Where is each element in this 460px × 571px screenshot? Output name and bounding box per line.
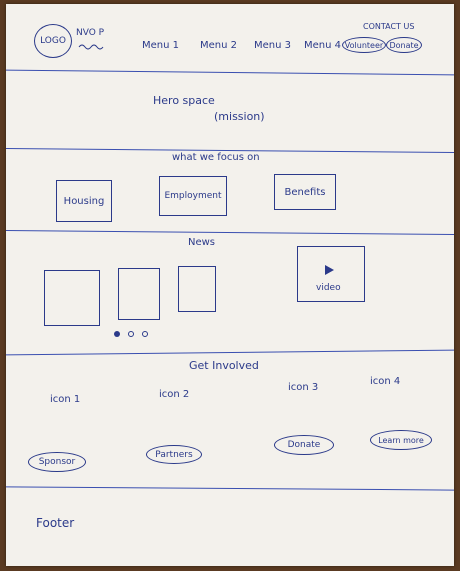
news-title: News [188, 237, 216, 248]
involved-title: Get Involved [189, 359, 259, 372]
news-card-3[interactable] [178, 266, 216, 312]
play-icon [325, 265, 334, 275]
logo-text: LOGO [40, 36, 66, 46]
partners-label: Partners [155, 449, 193, 460]
divider-involved [6, 486, 454, 491]
volunteer-button[interactable]: Volunteer [342, 37, 386, 53]
divider-focus [6, 230, 454, 235]
news-card-2[interactable] [118, 268, 160, 320]
involved-icon-4: icon 4 [370, 376, 401, 387]
video-label: video [316, 283, 341, 293]
involved-icon-1: icon 1 [50, 394, 81, 405]
divider-header [6, 69, 454, 76]
sponsor-button[interactable]: Sponsor [28, 452, 86, 472]
donate-header-label: Donate [389, 40, 419, 50]
contact-us-link[interactable]: CONTACT US [363, 22, 414, 31]
learn-more-label: Learn more [378, 435, 424, 445]
news-video-box[interactable]: video [297, 246, 365, 302]
donate-button[interactable]: Donate [274, 435, 334, 455]
partners-button[interactable]: Partners [146, 445, 202, 464]
focus-label-housing: Housing [63, 195, 105, 207]
volunteer-label: Volunteer [344, 40, 384, 50]
paper-sheet: LOGO NVO P CONTACT US Menu 1 Menu 2 Menu… [6, 4, 454, 566]
carousel-dot-active[interactable] [114, 331, 120, 337]
menu-item-1[interactable]: Menu 1 [142, 40, 179, 51]
menu-item-2[interactable]: Menu 2 [200, 40, 237, 51]
logo-circle[interactable]: LOGO [34, 24, 72, 58]
focus-card-benefits[interactable]: Benefits [274, 174, 336, 210]
carousel-dot[interactable] [128, 331, 134, 337]
sponsor-label: Sponsor [38, 457, 76, 467]
focus-title: what we focus on [172, 152, 260, 163]
menu-item-4[interactable]: Menu 4 [304, 40, 341, 51]
org-name: NVO P [76, 28, 105, 38]
news-card-1[interactable] [44, 270, 100, 326]
focus-card-employment[interactable]: Employment [159, 176, 227, 216]
donate-label: Donate [287, 440, 321, 450]
involved-icon-3: icon 3 [288, 382, 319, 393]
donate-header-button[interactable]: Donate [386, 37, 422, 53]
hero-mission: (mission) [214, 110, 265, 123]
menu-item-3[interactable]: Menu 3 [254, 40, 291, 51]
divider-news [6, 349, 454, 356]
focus-card-housing[interactable]: Housing [56, 180, 112, 222]
learn-more-button[interactable]: Learn more [370, 430, 432, 450]
focus-label-employment: Employment [164, 191, 222, 201]
hero-title: Hero space [153, 94, 215, 107]
involved-icon-2: icon 2 [159, 389, 190, 400]
focus-label-benefits: Benefits [284, 186, 326, 198]
carousel-dots[interactable] [114, 331, 148, 337]
carousel-dot[interactable] [142, 331, 148, 337]
org-squiggle [78, 44, 104, 50]
footer-label: Footer [36, 516, 75, 530]
